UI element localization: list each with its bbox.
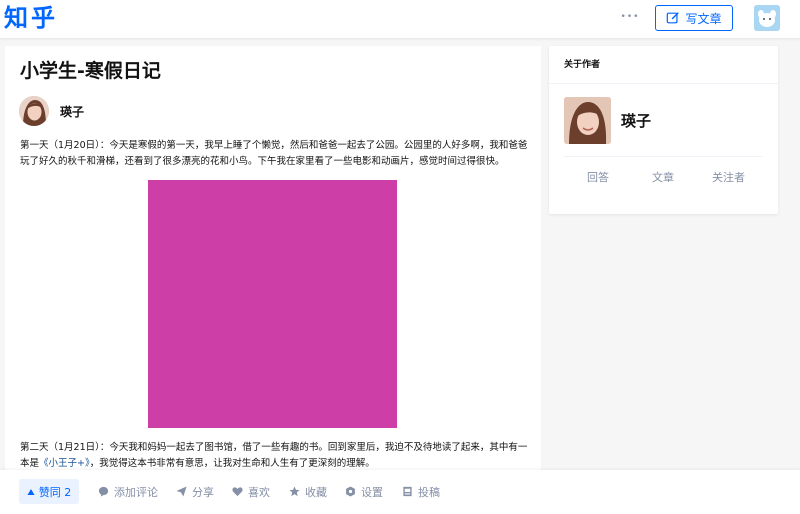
write-article-label: 写文章 bbox=[685, 11, 722, 26]
sidebar-author-avatar[interactable] bbox=[564, 97, 611, 144]
sidebar-author-name[interactable]: 瑛子 bbox=[621, 110, 651, 131]
edit-icon bbox=[667, 12, 680, 24]
divider bbox=[564, 156, 763, 157]
share-button[interactable]: 分享 bbox=[176, 479, 214, 504]
sidebar-author-photo bbox=[564, 97, 611, 144]
star-icon bbox=[289, 486, 300, 497]
ellipsis-icon: ••• bbox=[620, 12, 640, 22]
stat-followers[interactable]: 关注者 bbox=[712, 169, 745, 185]
author-info: 瑛子 bbox=[19, 96, 84, 126]
article-paragraph: 第二天（1月21日）：今天我和妈妈一起去了图书馆，借了一些有趣的书。回到家里后，… bbox=[20, 440, 530, 472]
magenta-square-image bbox=[148, 180, 397, 428]
user-avatar[interactable] bbox=[754, 5, 780, 31]
about-author-card: 关于作者 瑛子 回答 文章 关注者 bbox=[549, 46, 778, 214]
upvote-button[interactable]: 赞同 2 bbox=[19, 479, 79, 504]
write-article-button[interactable]: 写文章 bbox=[655, 5, 733, 31]
top-bar: 知乎 ••• 写文章 bbox=[0, 0, 800, 38]
user-avatar-image bbox=[754, 5, 780, 31]
collect-label: 收藏 bbox=[305, 485, 327, 499]
comment-icon bbox=[98, 486, 109, 497]
settings-label: 设置 bbox=[361, 485, 383, 499]
like-label: 喜欢 bbox=[248, 485, 270, 499]
article-action-bar: 赞同 2 添加评论 分享 喜欢 收藏 设置 投稿 bbox=[0, 470, 800, 514]
author-avatar[interactable] bbox=[19, 96, 49, 126]
submit-button[interactable]: 投稿 bbox=[402, 479, 440, 504]
collect-button[interactable]: 收藏 bbox=[289, 479, 327, 504]
settings-button[interactable]: 设置 bbox=[345, 479, 383, 504]
add-comment-label: 添加评论 bbox=[114, 485, 158, 499]
inbox-icon bbox=[403, 486, 412, 497]
upvote-label: 赞同 2 bbox=[38, 485, 72, 499]
paper-plane-icon bbox=[176, 486, 187, 497]
book-link[interactable]: 《小王子+》 bbox=[39, 458, 90, 469]
zhihu-logo[interactable]: 知乎 bbox=[4, 2, 58, 34]
paragraph-text: ，我觉得这本书非常有意思，让我对生命和人生有了更深刻的理解。 bbox=[89, 458, 375, 469]
gear-icon bbox=[346, 486, 355, 497]
article-title: 小学生-寒假日记 bbox=[20, 60, 161, 82]
about-author-header: 关于作者 bbox=[549, 46, 778, 84]
like-button[interactable]: 喜欢 bbox=[232, 479, 270, 504]
share-label: 分享 bbox=[192, 485, 214, 499]
heart-icon bbox=[232, 487, 243, 497]
stat-answers[interactable]: 回答 bbox=[587, 169, 609, 185]
more-options-button[interactable]: ••• bbox=[618, 6, 642, 28]
article-card: 小学生-寒假日记 瑛子 第一天（1月20日）：今天是寒假的第一天，我早上睡了个懒… bbox=[5, 46, 541, 514]
article-image[interactable] bbox=[148, 180, 397, 428]
article-paragraph: 第一天（1月20日）：今天是寒假的第一天，我早上睡了个懒觉，然后和爸爸一起去了公… bbox=[20, 140, 528, 167]
submit-label: 投稿 bbox=[418, 485, 440, 499]
add-comment-button[interactable]: 添加评论 bbox=[98, 479, 158, 504]
stat-articles[interactable]: 文章 bbox=[652, 169, 674, 185]
author-name[interactable]: 瑛子 bbox=[60, 103, 84, 120]
author-photo bbox=[19, 96, 49, 126]
triangle-up-icon bbox=[27, 488, 35, 495]
